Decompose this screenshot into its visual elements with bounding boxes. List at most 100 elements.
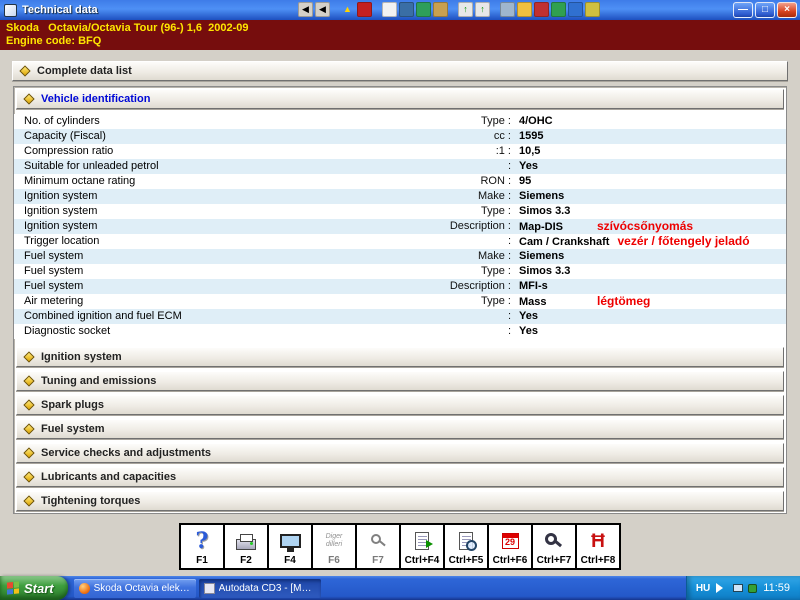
restore-button[interactable]: □	[755, 2, 775, 18]
fn-ctrl-f7[interactable]: Ctrl+F7	[531, 523, 577, 570]
engine-code: Engine code: BFQ	[6, 35, 102, 47]
row-value: 10,5	[519, 145, 541, 157]
nav-back-icon[interactable]: ◀	[315, 2, 330, 17]
row-label: Minimum octane rating	[24, 175, 136, 187]
row-parameter: Make :	[477, 190, 511, 202]
network-icon[interactable]	[733, 584, 744, 592]
table-row: Compression ratio:1 : 10,5	[14, 144, 786, 159]
diamond-icon	[23, 399, 35, 411]
fn-key-label: Ctrl+F8	[580, 555, 616, 566]
row-parameter: Type :	[481, 115, 511, 127]
volume-icon[interactable]	[716, 583, 728, 593]
warning-icon[interactable]: ▲	[340, 2, 355, 17]
section-bar-lubricants-and-capacities[interactable]: Lubricants and capacities	[16, 467, 784, 487]
row-parameter: :1 :	[495, 145, 511, 157]
fn-f2[interactable]: F2	[223, 523, 269, 570]
row-parameter: Type :	[481, 205, 511, 217]
book-green-icon[interactable]	[551, 2, 566, 17]
diamond-icon	[19, 65, 31, 77]
diamond-icon	[23, 495, 35, 507]
taskbar: Start Skoda Octavia elektr... Autodata CD…	[0, 576, 800, 600]
question-icon: ?	[195, 528, 209, 554]
taskbar-button[interactable]: Autodata CD3 - [Mod...	[198, 578, 321, 598]
diamond-icon	[23, 423, 35, 435]
fn-ctrl-f6[interactable]: 29 Ctrl+F6	[487, 523, 533, 570]
complete-data-list-bar[interactable]: Complete data list	[12, 61, 788, 81]
folder-icon[interactable]	[517, 2, 532, 17]
diamond-icon	[23, 375, 35, 387]
row-value: Simos 3.3	[519, 205, 571, 217]
diamond-icon	[23, 93, 35, 105]
titlebar: Technical data ◀ ◀ ▲ ↑ ↑ — □ ×	[0, 0, 800, 20]
row-parameter: Description :	[449, 280, 511, 292]
row-parameter: Make :	[477, 250, 511, 262]
row-value: Yes	[519, 160, 538, 172]
table-icon[interactable]	[399, 2, 414, 17]
clock: 11:59	[763, 582, 790, 594]
table-row: Ignition system Type : Simos 3.3	[14, 204, 786, 219]
clipboard-icon[interactable]	[433, 2, 448, 17]
diamond-icon	[23, 471, 35, 483]
annotation-note: légtömeg	[597, 294, 651, 308]
section-label: Lubricants and capacities	[41, 471, 177, 483]
section-label: Tuning and emissions	[41, 375, 157, 387]
vehicle-identification-bar[interactable]: Vehicle identification	[16, 89, 784, 109]
section-label: Fuel system	[41, 423, 105, 435]
function-key-bar: ? F1 F2 F4 Diger dilleri F6 F7 Ctrl+F4 Ctrl+F5 29…	[0, 523, 800, 570]
table-row: Air metering Type : Mass légtömeg	[14, 294, 786, 311]
fn-ctrl-f4[interactable]: Ctrl+F4	[399, 523, 445, 570]
printer-icon[interactable]	[500, 2, 515, 17]
task-label: Autodata CD3 - [Mod...	[218, 582, 316, 594]
exit-icon[interactable]	[585, 2, 600, 17]
book-red-icon[interactable]	[534, 2, 549, 17]
tray-icons	[716, 583, 758, 593]
start-button[interactable]: Start	[0, 576, 68, 600]
langs-icon: Diger dilleri	[325, 532, 343, 548]
row-parameter: Type :	[481, 265, 511, 277]
close-button[interactable]: ×	[777, 2, 797, 18]
doc-arrow-icon	[415, 532, 433, 550]
row-value: Mass	[519, 296, 547, 308]
table-row: Fuel system Description : MFI-s	[14, 279, 786, 294]
task-label: Skoda Octavia elektr...	[93, 582, 191, 594]
antivirus-icon[interactable]	[748, 583, 758, 593]
section-bar-fuel-system[interactable]: Fuel system	[16, 419, 784, 439]
fn-f6: Diger dilleri F6	[311, 523, 357, 570]
fn-ctrl-f8[interactable]: Ħ Ctrl+F8	[575, 523, 621, 570]
arrow-up2-icon[interactable]: ↑	[475, 2, 490, 17]
row-label: Fuel system	[24, 265, 84, 277]
keyboard-layout-indicator[interactable]: HU	[696, 583, 710, 594]
row-value: Simos 3.3	[519, 265, 571, 277]
row-label: Fuel system	[24, 280, 84, 292]
section-bar-tuning-and-emissions[interactable]: Tuning and emissions	[16, 371, 784, 391]
minimize-button[interactable]: —	[733, 2, 753, 18]
system-tray: HU 11:59	[685, 576, 800, 600]
magnifier-icon	[370, 534, 381, 544]
windows-logo-icon	[7, 581, 19, 595]
nav-first-icon[interactable]: ◀	[298, 2, 313, 17]
document-icon[interactable]	[382, 2, 397, 17]
row-parameter: cc :	[493, 130, 511, 142]
vehicle-name: Skoda Octavia/Octavia Tour (96-) 1,6 200…	[6, 22, 249, 34]
taskbar-button[interactable]: Skoda Octavia elektr...	[73, 578, 196, 598]
section-bar-ignition-system[interactable]: Ignition system	[16, 347, 784, 367]
arrow-up-icon[interactable]: ↑	[458, 2, 473, 17]
fn-f4[interactable]: F4	[267, 523, 313, 570]
row-value: Cam / Crankshaft	[519, 236, 610, 248]
section-bar-service-checks-and-adjustments[interactable]: Service checks and adjustments	[16, 443, 784, 463]
fn-ctrl-f5[interactable]: Ctrl+F5	[443, 523, 489, 570]
table-row: Combined ignition and fuel ECM: Yes	[14, 309, 786, 324]
fn-key-label: F2	[240, 555, 252, 566]
fn-f1[interactable]: ? F1	[179, 523, 225, 570]
row-label: No. of cylinders	[24, 115, 100, 127]
vehicle-header: Skoda Octavia/Octavia Tour (96-) 1,6 200…	[0, 20, 800, 50]
fn-key-label: Ctrl+F6	[492, 555, 528, 566]
table-row: Ignition system Make : Siemens	[14, 189, 786, 204]
content-panel: Vehicle identification No. of cylinders T…	[13, 86, 787, 514]
globe-icon[interactable]	[568, 2, 583, 17]
chart-icon[interactable]	[416, 2, 431, 17]
section-bar-tightening-torques[interactable]: Tightening torques	[16, 491, 784, 511]
table-row: Diagnostic socket: Yes	[14, 324, 786, 339]
section-bar-spark-plugs[interactable]: Spark plugs	[16, 395, 784, 415]
report-red-icon[interactable]	[357, 2, 372, 17]
